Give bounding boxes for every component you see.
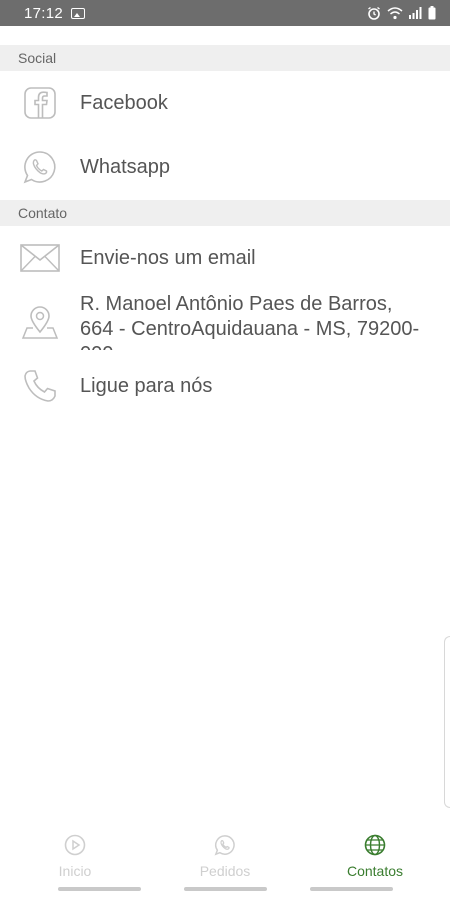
play-icon <box>64 834 86 859</box>
whatsapp-label: Whatsapp <box>80 155 171 178</box>
gesture-segment <box>184 887 267 891</box>
section-title: Social <box>18 50 57 66</box>
wifi-icon <box>387 6 403 19</box>
contact-item-email[interactable]: Envie-nos um email <box>0 233 450 283</box>
gallery-notification-icon <box>71 7 86 19</box>
globe-icon <box>364 834 386 859</box>
contact-item-whatsapp[interactable]: Whatsapp <box>0 142 450 192</box>
email-label: Envie-nos um email <box>80 246 256 269</box>
signal-icon <box>409 7 422 19</box>
section-header-contato: Contato <box>0 200 450 226</box>
alarm-icon <box>368 6 380 20</box>
bottom-navigation: Inicio Pedidos Contatos <box>0 828 450 884</box>
whatsapp-icon <box>214 834 236 859</box>
nav-item-inicio[interactable]: Inicio <box>0 828 150 884</box>
nav-item-pedidos[interactable]: Pedidos <box>150 828 300 884</box>
battery-icon <box>428 6 436 20</box>
section-title: Contato <box>18 205 68 221</box>
contact-item-address[interactable]: R. Manoel Antônio Paes de Barros, 664 - … <box>0 292 450 354</box>
phone-label: Ligue para nós <box>80 374 213 397</box>
status-time: 17:12 <box>24 4 64 22</box>
address-label: R. Manoel Antônio Paes de Barros, 664 - … <box>80 293 420 350</box>
edge-panel-handle[interactable] <box>444 636 450 808</box>
whatsapp-icon <box>20 147 60 187</box>
status-icons <box>367 6 436 20</box>
nav-item-contatos[interactable]: Contatos <box>300 828 450 884</box>
nav-label: Pedidos <box>199 862 251 879</box>
gesture-segment <box>58 887 141 891</box>
nav-label: Inicio <box>58 862 92 879</box>
phone-icon <box>20 366 60 406</box>
contact-item-facebook[interactable]: Facebook <box>0 78 450 128</box>
location-pin-icon <box>20 302 60 342</box>
contact-item-phone[interactable]: Ligue para nós <box>0 361 450 411</box>
gesture-segment <box>310 887 393 891</box>
status-bar: 17:12 <box>0 0 450 26</box>
section-header-social: Social <box>0 45 450 71</box>
nav-label: Contatos <box>346 862 404 879</box>
mail-icon <box>20 238 60 278</box>
facebook-icon <box>20 83 60 123</box>
facebook-label: Facebook <box>80 91 168 114</box>
system-gesture-bar <box>0 887 450 893</box>
